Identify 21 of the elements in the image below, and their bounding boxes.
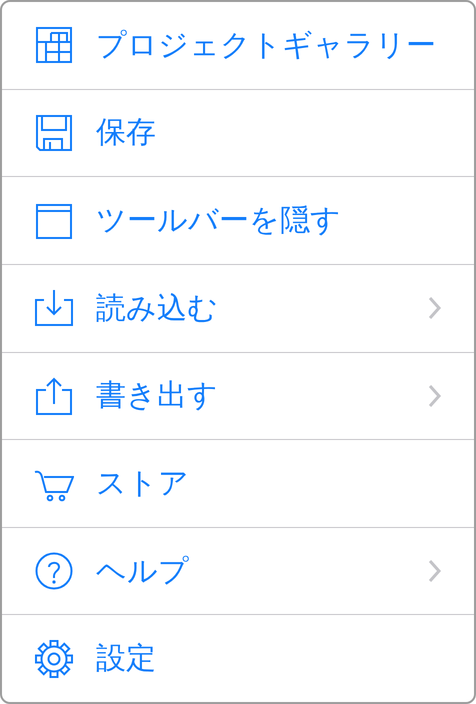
menu-item-label: ツールバーを隠す <box>96 202 342 240</box>
share-icon <box>34 376 74 416</box>
menu-item-label: 書き出す <box>96 377 219 416</box>
menu-item[interactable]: ツールバーを隠す <box>2 177 474 265</box>
menu-item[interactable]: 読み込む <box>2 264 474 352</box>
menu-item[interactable]: プロジェクトギャラリー <box>2 2 474 90</box>
menu-item-label: ストア <box>96 464 190 503</box>
menu-item-label: 保存 <box>96 114 157 152</box>
menu-item-label: 読み込む <box>96 290 219 328</box>
help-icon <box>34 551 74 592</box>
settings-icon <box>34 638 74 679</box>
menu-item[interactable]: 保存 <box>2 90 474 178</box>
menu-item[interactable]: 設定 <box>2 615 474 702</box>
menu-item[interactable]: 書き出す <box>2 352 474 440</box>
menu-item-label: プロジェクトギャラリー <box>96 26 437 65</box>
menu-item-label: 設定 <box>96 640 157 678</box>
menu-item[interactable]: ヘルプ <box>2 528 474 616</box>
grid-icon <box>34 25 74 66</box>
menu-item[interactable]: ストア <box>2 440 474 528</box>
menu-item-label: ヘルプ <box>96 552 190 591</box>
download-icon <box>34 288 74 328</box>
